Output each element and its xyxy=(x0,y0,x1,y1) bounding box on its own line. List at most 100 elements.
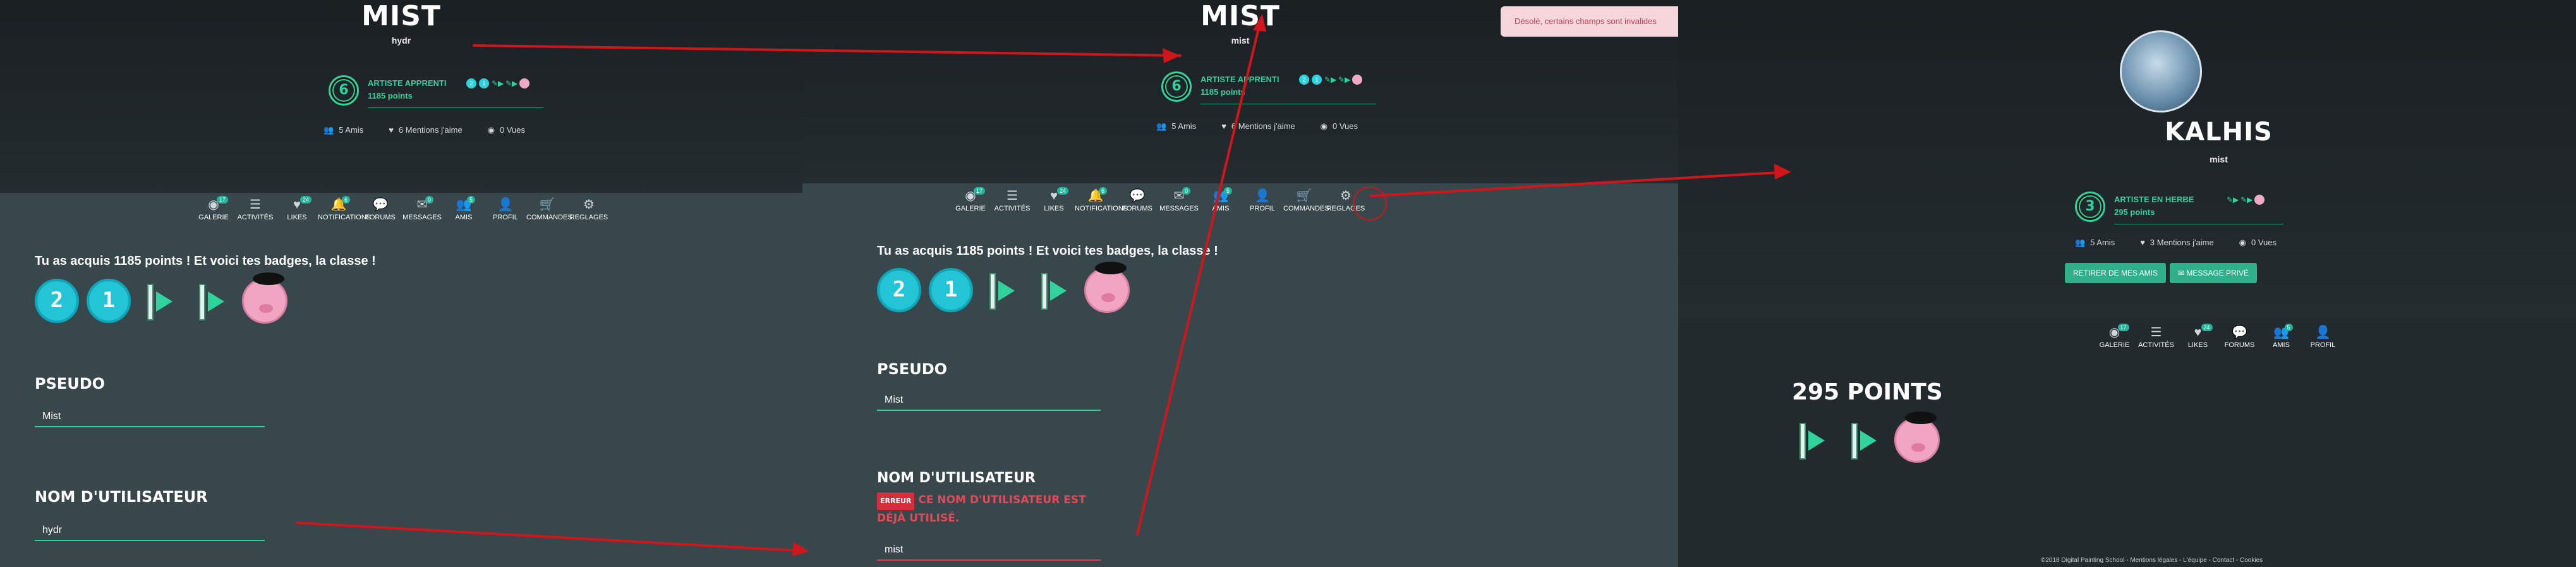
username-label: NOM D'UTILISATEUR xyxy=(35,488,208,506)
pen-badge-icon: ✎▶ xyxy=(1338,75,1351,84)
nav-badge: 5 xyxy=(1224,187,1233,195)
profile-nav: ◉ 17 GALERIE ☰ ACTIVITÉS ♥ 24 LIKES 🔔 6 NOTIFICATI… xyxy=(802,187,1596,212)
error-toast: Désolé, certains champs sont invalides xyxy=(1501,6,1690,37)
forum-icon: 💬 xyxy=(372,198,389,212)
profile-stats: 👥 5 Amis ♥ 3 Mentions j'aime ◉ 0 Vues xyxy=(2075,238,2277,248)
profile-hero: MIST hydr 6 ARTISTE APPRENTI 1185 points… xyxy=(0,0,802,193)
badge-2-icon: 2 xyxy=(35,279,79,323)
level-divider xyxy=(368,107,543,108)
gallery-icon: ◉ xyxy=(2108,326,2120,339)
nav-item-likes[interactable]: ♥ 24 LIKES xyxy=(2177,324,2219,349)
likes-stat[interactable]: ♥ 6 Mentions j'aime xyxy=(1221,121,1295,131)
nav-item-profil[interactable]: 👤 PROFIL xyxy=(1242,188,1283,212)
nav-item-profil[interactable]: 👤 PROFIL xyxy=(2302,325,2344,349)
nav-badge: 6 xyxy=(342,196,351,204)
list-icon: ☰ xyxy=(250,198,261,212)
pseudo-input[interactable]: Mist xyxy=(877,391,1101,411)
nav-item-notifications[interactable]: 🔔 6 NOTIFICATIONS xyxy=(1075,187,1128,212)
likes-stat[interactable]: ♥ 6 Mentions j'aime xyxy=(389,125,462,135)
nav-label: ACTIVITÉS xyxy=(2138,341,2174,349)
nav-item-galerie[interactable]: ◉ 17 GALERIE xyxy=(193,196,234,221)
nav-label: GALERIE xyxy=(2099,341,2130,349)
nav-label: FORUMS xyxy=(2224,341,2255,349)
nav-item-likes[interactable]: ♥ 24 LIKES xyxy=(276,196,318,221)
nav-item-activités[interactable]: ☰ ACTIVITÉS xyxy=(2136,325,2177,349)
nav-item-galerie[interactable]: ◉ 17 GALERIE xyxy=(950,187,991,212)
nav-item-amis[interactable]: 👥 5 AMIS xyxy=(2261,324,2302,349)
nav-label: LIKES xyxy=(1044,205,1064,212)
nav-item-commandes[interactable]: 🛒 COMMANDES xyxy=(1283,188,1329,212)
pseudo-input[interactable]: Mist xyxy=(35,407,265,427)
friends-icon: 👥 xyxy=(2075,238,2086,247)
nav-item-commandes[interactable]: 🛒 COMMANDES xyxy=(526,197,572,221)
views-count: 0 Vues xyxy=(2251,238,2277,247)
likes-count: 6 Mentions j'aime xyxy=(398,125,463,135)
nav-badge: 24 xyxy=(2201,324,2213,331)
nav-item-reglages[interactable]: ⚙ REGLAGES xyxy=(568,197,610,221)
nav-item-activités[interactable]: ☰ ACTIVITÉS xyxy=(991,188,1033,212)
profile-nav: ◉ 17 GALERIE ☰ ACTIVITÉS ♥ 24 LIKES 💬 FORUMS 👥 5 AMI… xyxy=(1678,324,2576,349)
nav-label: MESSAGES xyxy=(1159,205,1199,212)
eye-icon: ◉ xyxy=(1320,121,1328,131)
profile-nav: ◉ 17 GALERIE ☰ ACTIVITÉS ♥ 24 LIKES 🔔 6 NOTIFICATI… xyxy=(0,196,802,221)
pen-badge-icon xyxy=(1791,418,1835,462)
gear-icon: ⚙ xyxy=(1340,189,1351,203)
pen-badge-icon xyxy=(190,279,234,323)
likes-stat[interactable]: ♥ 3 Mentions j'aime xyxy=(2140,238,2213,248)
nav-label: AMIS xyxy=(1212,205,1230,212)
user-icon: 👤 xyxy=(497,198,514,212)
level-card: 6 ARTISTE APPRENTI 1185 points 2 1 ✎▶ ✎▶ xyxy=(329,73,543,115)
points-heading: 295 POINTS xyxy=(1792,379,1943,405)
nav-badge: 6 xyxy=(1099,187,1108,195)
level-icon: 3 xyxy=(2075,192,2105,222)
username-input[interactable]: mist xyxy=(877,540,1101,561)
bell-icon: 🔔 xyxy=(1087,189,1104,203)
views-stat: ◉ 0 Vues xyxy=(488,125,525,135)
nav-item-messages[interactable]: ✉ 0 MESSAGES xyxy=(401,196,443,221)
profile-subtitle: mist xyxy=(2210,154,2228,164)
friends-stat[interactable]: 👥 5 Amis xyxy=(2075,238,2115,248)
nav-item-activités[interactable]: ☰ ACTIVITÉS xyxy=(234,197,276,221)
nav-label: AMIS xyxy=(455,214,473,221)
error-text-2: DÉJÀ UTILISÉ. xyxy=(877,512,960,525)
nav-item-reglages[interactable]: ⚙ REGLAGES xyxy=(1325,188,1367,212)
nav-item-forums[interactable]: 💬 FORUMS xyxy=(1116,188,1158,212)
friends-stat[interactable]: 👥 5 Amis xyxy=(324,125,363,135)
pen-badge-icon xyxy=(1032,268,1077,312)
pen-badge-icon: ✎▶ xyxy=(505,79,518,88)
pen-badge-icon xyxy=(981,268,1025,312)
level-card: 6 ARTISTE APPRENTI 1185 points 2 1 ✎▶ ✎▶ xyxy=(1161,70,1376,111)
forum-icon: 💬 xyxy=(1129,189,1146,203)
nav-item-likes[interactable]: ♥ 24 LIKES xyxy=(1033,187,1075,212)
friends-count: 5 Amis xyxy=(339,125,364,135)
username-input[interactable]: hydr xyxy=(35,521,265,541)
friends-stat[interactable]: 👥 5 Amis xyxy=(1156,121,1196,131)
nav-item-amis[interactable]: 👥 5 AMIS xyxy=(443,196,485,221)
private-message-button[interactable]: ✉ MESSAGE PRIVÉ xyxy=(2170,263,2257,283)
likes-count: 3 Mentions j'aime xyxy=(2150,238,2214,247)
mail-icon: ✉ xyxy=(1173,189,1185,203)
nav-item-messages[interactable]: ✉ 0 MESSAGES xyxy=(1158,187,1200,212)
badge-2-icon: 2 xyxy=(1299,75,1309,85)
pen-badge-icon xyxy=(138,279,183,323)
like-icon: ♥ xyxy=(293,198,301,212)
nav-item-forums[interactable]: 💬 FORUMS xyxy=(2219,325,2261,349)
nav-badge: 5 xyxy=(2284,324,2293,331)
bell-icon: 🔔 xyxy=(330,198,347,212)
nav-item-notifications[interactable]: 🔔 6 NOTIFICATIONS xyxy=(318,196,371,221)
views-stat: ◉ 0 Vues xyxy=(1321,121,1358,131)
badge-row xyxy=(1791,412,1940,463)
nav-badge: 17 xyxy=(974,187,986,195)
pen-badge-icon xyxy=(1842,418,1887,462)
nav-item-profil[interactable]: 👤 PROFIL xyxy=(485,197,526,221)
remove-friend-button[interactable]: RETIRER DE MES AMIS xyxy=(2065,263,2166,283)
eye-icon: ◉ xyxy=(487,125,495,135)
nav-item-galerie[interactable]: ◉ 17 GALERIE xyxy=(2094,324,2136,349)
friends-count: 5 Amis xyxy=(1171,121,1197,131)
nav-label: AMIS xyxy=(2273,341,2290,349)
nav-item-amis[interactable]: 👥 5 AMIS xyxy=(1200,187,1242,212)
badge-row: 2 1 xyxy=(35,272,287,324)
profile-title: KALHIS xyxy=(2165,118,2273,147)
error-text-1: CE NOM D'UTILISATEUR EST xyxy=(918,494,1086,506)
nav-item-forums[interactable]: 💬 FORUMS xyxy=(360,197,401,221)
